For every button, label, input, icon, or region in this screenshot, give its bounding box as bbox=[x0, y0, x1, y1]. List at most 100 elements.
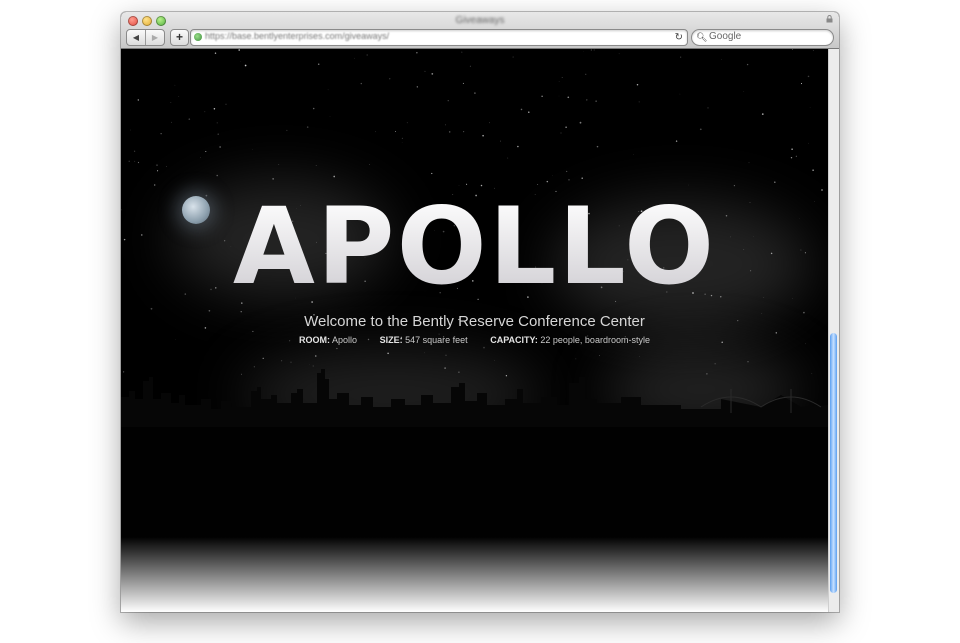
star bbox=[585, 73, 587, 75]
star bbox=[208, 309, 211, 312]
star bbox=[137, 161, 140, 164]
star bbox=[590, 49, 592, 51]
star bbox=[225, 103, 227, 105]
star bbox=[581, 177, 583, 179]
star bbox=[312, 107, 315, 110]
star bbox=[595, 100, 597, 102]
detail-value: 22 people, boardroom-style bbox=[540, 335, 650, 345]
star bbox=[137, 99, 139, 101]
back-button[interactable]: ◀ bbox=[127, 30, 145, 45]
star bbox=[807, 75, 810, 78]
star bbox=[528, 111, 530, 113]
star bbox=[812, 169, 814, 171]
star bbox=[406, 122, 408, 124]
add-bookmark-button[interactable]: + bbox=[170, 29, 189, 46]
star bbox=[618, 53, 620, 55]
page-viewport: APOLLO Welcome to the Bently Reserve Con… bbox=[121, 49, 828, 612]
ground bbox=[121, 427, 828, 547]
star bbox=[170, 102, 172, 103]
nav-button-group: ◀ ▶ bbox=[126, 29, 165, 46]
star bbox=[461, 51, 463, 53]
star bbox=[512, 56, 514, 58]
star bbox=[469, 65, 471, 67]
star bbox=[174, 84, 176, 86]
star bbox=[157, 170, 159, 172]
star bbox=[791, 148, 793, 151]
star bbox=[565, 126, 567, 128]
star bbox=[483, 346, 485, 349]
scroll-thumb[interactable] bbox=[830, 333, 837, 593]
star bbox=[200, 157, 201, 158]
star bbox=[638, 101, 640, 103]
star bbox=[360, 82, 362, 85]
room-details: ROOM: Apollo SIZE: 547 square feet CAPAC… bbox=[121, 335, 828, 345]
star bbox=[596, 145, 599, 148]
star bbox=[154, 184, 156, 186]
star bbox=[795, 155, 797, 157]
lock-icon bbox=[826, 15, 833, 23]
browser-toolbar: Giveaways ◀ ▶ + https://base.bentlyenter… bbox=[121, 12, 839, 49]
star bbox=[389, 78, 391, 80]
star bbox=[156, 164, 158, 166]
star bbox=[462, 82, 464, 84]
star bbox=[213, 107, 216, 110]
star bbox=[336, 347, 338, 350]
star bbox=[286, 129, 288, 131]
star bbox=[150, 307, 153, 310]
star bbox=[281, 360, 283, 362]
star bbox=[746, 63, 749, 66]
star bbox=[541, 95, 543, 97]
detail-room: ROOM: Apollo bbox=[299, 335, 357, 345]
star bbox=[586, 99, 588, 101]
search-icon: 🔍︎ bbox=[696, 32, 708, 42]
search-field[interactable]: 🔍︎ Google bbox=[691, 29, 834, 46]
star bbox=[566, 170, 568, 172]
star bbox=[204, 111, 206, 113]
star bbox=[447, 100, 449, 102]
vertical-scrollbar[interactable] bbox=[828, 49, 839, 612]
star bbox=[424, 70, 426, 72]
star bbox=[252, 330, 254, 332]
star bbox=[679, 93, 681, 95]
star bbox=[546, 180, 549, 183]
star bbox=[748, 162, 750, 164]
star bbox=[575, 358, 577, 360]
star bbox=[579, 121, 582, 124]
star bbox=[568, 179, 570, 181]
star bbox=[743, 91, 745, 92]
detail-size: SIZE: 547 square feet bbox=[380, 335, 468, 345]
welcome-text: Welcome to the Bently Reserve Conference… bbox=[304, 313, 645, 330]
search-placeholder: Google bbox=[709, 31, 742, 42]
star bbox=[130, 129, 131, 131]
star bbox=[134, 160, 136, 162]
star bbox=[327, 89, 329, 91]
star bbox=[416, 86, 418, 88]
star bbox=[262, 357, 264, 359]
star bbox=[636, 84, 639, 86]
star bbox=[216, 174, 218, 177]
address-bar[interactable]: https://base.bentlyenterprises.com/givea… bbox=[190, 29, 688, 46]
star bbox=[761, 113, 764, 115]
star bbox=[315, 164, 317, 166]
star bbox=[707, 107, 709, 109]
star bbox=[128, 160, 130, 162]
star bbox=[216, 122, 218, 124]
star bbox=[445, 124, 446, 126]
star bbox=[333, 175, 336, 178]
reload-icon[interactable]: ↻ bbox=[675, 32, 683, 43]
star bbox=[517, 145, 519, 148]
detail-label: ROOM: bbox=[299, 335, 331, 345]
star bbox=[463, 131, 465, 133]
star bbox=[482, 134, 484, 137]
star bbox=[821, 189, 823, 191]
city-skyline bbox=[121, 369, 828, 429]
star bbox=[800, 83, 803, 85]
star bbox=[244, 64, 247, 67]
forward-button[interactable]: ▶ bbox=[145, 30, 164, 45]
star bbox=[474, 92, 476, 94]
star bbox=[217, 133, 219, 135]
detail-capacity: CAPACITY: 22 people, boardroom-style bbox=[490, 335, 650, 345]
star bbox=[448, 131, 451, 133]
star bbox=[214, 52, 217, 54]
star bbox=[219, 146, 221, 148]
